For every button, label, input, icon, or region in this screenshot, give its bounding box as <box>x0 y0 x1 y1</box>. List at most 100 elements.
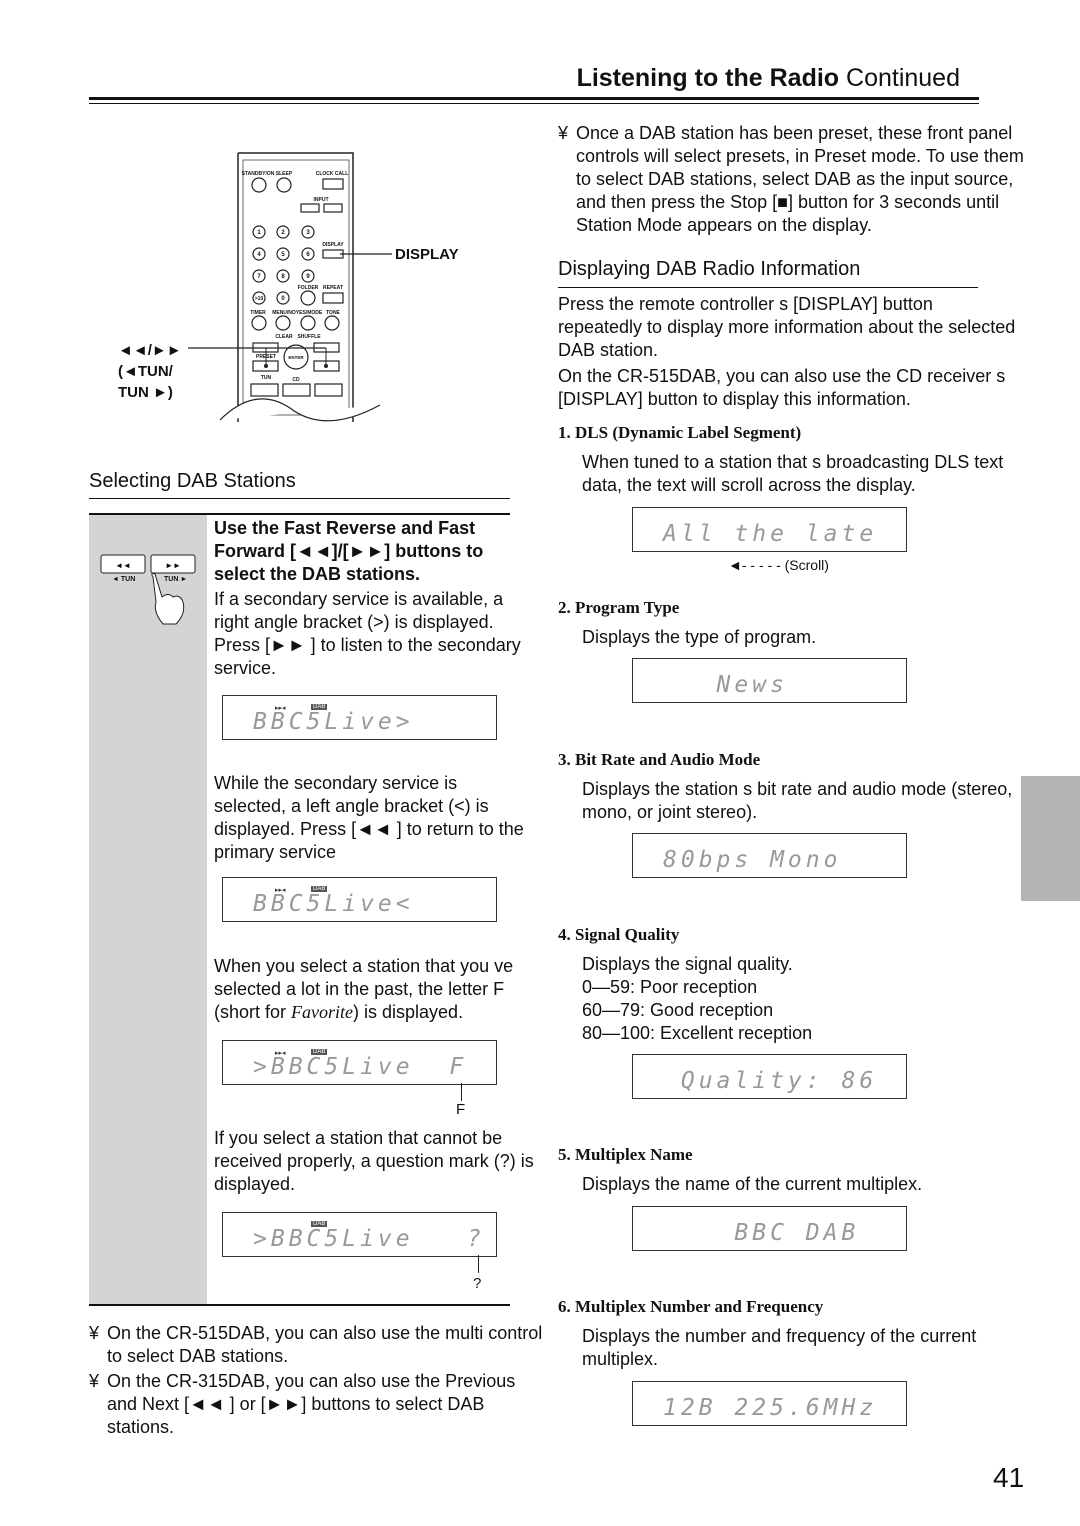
lcd-display: DAB >BBC5Live ? <box>222 1212 497 1257</box>
text: ) is displayed. <box>353 1002 464 1022</box>
item-desc: Displays the number and frequency of the… <box>582 1326 977 1369</box>
header-continued: Continued <box>839 64 960 92</box>
callout-line <box>478 1255 479 1273</box>
bullet-text: Once a DAB station has been preset, thes… <box>576 123 1024 235</box>
remote-label-enter: ENTER <box>288 355 304 360</box>
step-bottom-rule <box>89 1304 510 1306</box>
lcd-display: BBC DAB <box>632 1206 907 1251</box>
remote-label-input: INPUT <box>314 197 329 203</box>
tun-callout-label: ◄◄/►► (◄TUN/ TUN ►) <box>118 340 182 403</box>
bullet-item: ¥ On the CR-315DAB, you can also use the … <box>89 1370 544 1439</box>
item-number: 2. <box>558 598 571 617</box>
step-instruction: Use the Fast Reverse and Fast Forward [◄… <box>214 518 484 584</box>
remote-label-tone: TONE <box>326 310 340 316</box>
remote-label-standby: STANDBY/ON <box>242 171 275 177</box>
bullet-item: ¥ On the CR-515DAB, you can also use the … <box>89 1322 544 1368</box>
scroll-arrow-icon: ◄- - - - - <box>728 557 785 573</box>
lcd-display: All the late <box>632 507 907 552</box>
remote-label-clear: CLEAR <box>275 334 293 340</box>
callout-f: F <box>456 1101 466 1118</box>
lcd-text: BBC DAB <box>663 1220 860 1246</box>
intro-paragraph: Press the remote controller s [DISPLAY] … <box>558 294 1016 360</box>
section-title-displaying: Displaying DAB Radio Information <box>558 258 861 280</box>
remote-label-display: DISPLAY <box>322 242 344 248</box>
lcd-text: All the late <box>663 521 878 547</box>
remote-control-illustration: STANDBY/ON SLEEP CLOCK CALL INPUT 1 2 3 … <box>188 152 392 422</box>
header-rule <box>89 97 979 100</box>
display-callout-label: DISPLAY <box>395 246 459 263</box>
svg-text:◄◄: ◄◄ <box>115 561 131 570</box>
tun-label-line: (◄TUN/ <box>118 363 173 380</box>
svg-text:►►: ►► <box>165 561 181 570</box>
item-desc: When tuned to a station that s broadcast… <box>582 452 1004 495</box>
section-rule <box>89 498 510 499</box>
remote-label-10plus: >10 <box>255 296 264 302</box>
tun-left-label: ◄ TUN <box>112 576 136 583</box>
remote-label-repeat: REPEAT <box>323 285 343 291</box>
lcd-display: 12B 225.6MHz <box>632 1381 907 1426</box>
lcd-text: 12B 225.6MHz <box>663 1395 878 1421</box>
item-heading: 4. Signal Quality <box>558 925 679 945</box>
item-number: 4. <box>558 925 571 944</box>
section-title-selecting: Selecting DAB Stations <box>89 470 296 492</box>
lcd-display: ▸▸◂ DAB >BBC5Live F <box>222 1040 497 1085</box>
item-heading: 2. Program Type <box>558 598 679 618</box>
manual-page: Listening to the Radio Continued STANDBY… <box>0 0 1080 1526</box>
scroll-label: (Scroll) <box>784 557 829 573</box>
paragraph-favorite: When you select a station that you ve se… <box>214 955 534 1024</box>
item-number: 5. <box>558 1145 571 1164</box>
header-rule-thin <box>89 103 979 104</box>
item-title: DLS (Dynamic Label Segment) <box>575 423 802 442</box>
quality-range: 60—79: Good reception <box>582 1000 774 1020</box>
item-title: Bit Rate and Audio Mode <box>575 750 761 769</box>
lcd-text: BBC5Live> <box>253 709 414 735</box>
remote-label-sleep: SLEEP <box>276 171 293 177</box>
remote-label-yes-mode: YES/MODE <box>296 310 323 316</box>
quality-range: 80—100: Excellent reception <box>582 1023 813 1043</box>
quality-range: 0—59: Poor reception <box>582 977 758 997</box>
desc-line: Displays the signal quality. <box>582 954 793 974</box>
bullet-mark: ¥ <box>89 1371 100 1391</box>
step-gray-panel <box>89 515 207 1305</box>
item-desc: Displays the type of program. <box>582 627 817 647</box>
page-header: Listening to the Radio Continued <box>577 64 960 93</box>
lcd-display: 80bps Mono <box>632 833 907 878</box>
item-number: 1. <box>558 423 571 442</box>
remote-label-cd: CD <box>292 377 300 383</box>
remote-label-menu-no: MENU/NO <box>272 310 296 316</box>
item-heading: 5. Multiplex Name <box>558 1145 693 1165</box>
callout-question: ? <box>473 1275 482 1292</box>
bullet-mark: ¥ <box>89 1323 100 1343</box>
lcd-text: >BBC5Live ? <box>253 1226 486 1252</box>
lcd-text: BBC5Live< <box>253 891 414 917</box>
remote-label-folder: FOLDER <box>298 285 319 291</box>
section-rule <box>558 287 978 288</box>
item-heading: 6. Multiplex Number and Frequency <box>558 1297 823 1317</box>
item-title: Multiplex Number and Frequency <box>575 1297 824 1316</box>
paragraph-primary: While the secondary service is selected,… <box>214 773 524 862</box>
page-number: 41 <box>993 1462 1025 1493</box>
item-title: Program Type <box>575 598 680 617</box>
item-heading: 1. DLS (Dynamic Label Segment) <box>558 423 801 443</box>
lcd-display: ▸▸◂ DAB BBC5Live< <box>222 877 497 922</box>
bullet-text: On the CR-315DAB, you can also use the P… <box>107 1371 516 1437</box>
scroll-indicator: ◄- - - - - (Scroll) <box>728 557 829 573</box>
bullet-mark: ¥ <box>558 123 569 143</box>
item-desc: Displays the station s bit rate and audi… <box>582 779 1013 822</box>
item-title: Multiplex Name <box>575 1145 693 1164</box>
text-em: Favorite <box>291 1002 354 1022</box>
item-title: Signal Quality <box>575 925 680 944</box>
lcd-text: News <box>663 672 788 698</box>
item-desc: Displays the signal quality. 0—59: Poor … <box>582 953 1022 1045</box>
callout-line <box>461 1083 462 1101</box>
hand-pressing-buttons-icon: ◄◄ ►► <box>100 554 196 625</box>
paragraph-question: If you select a station that cannot be r… <box>214 1128 534 1194</box>
item-desc: Displays the name of the current multipl… <box>582 1174 923 1194</box>
tun-right-label: TUN ► <box>164 576 188 583</box>
item-number: 6. <box>558 1297 571 1316</box>
lcd-text: >BBC5Live F <box>253 1054 468 1080</box>
lcd-text: 80bps Mono <box>663 847 842 873</box>
lcd-text: Quality: 86 <box>663 1068 878 1094</box>
remote-label-timer: TIMER <box>250 310 266 316</box>
lcd-display: ▸▸◂ DAB BBC5Live> <box>222 695 497 740</box>
